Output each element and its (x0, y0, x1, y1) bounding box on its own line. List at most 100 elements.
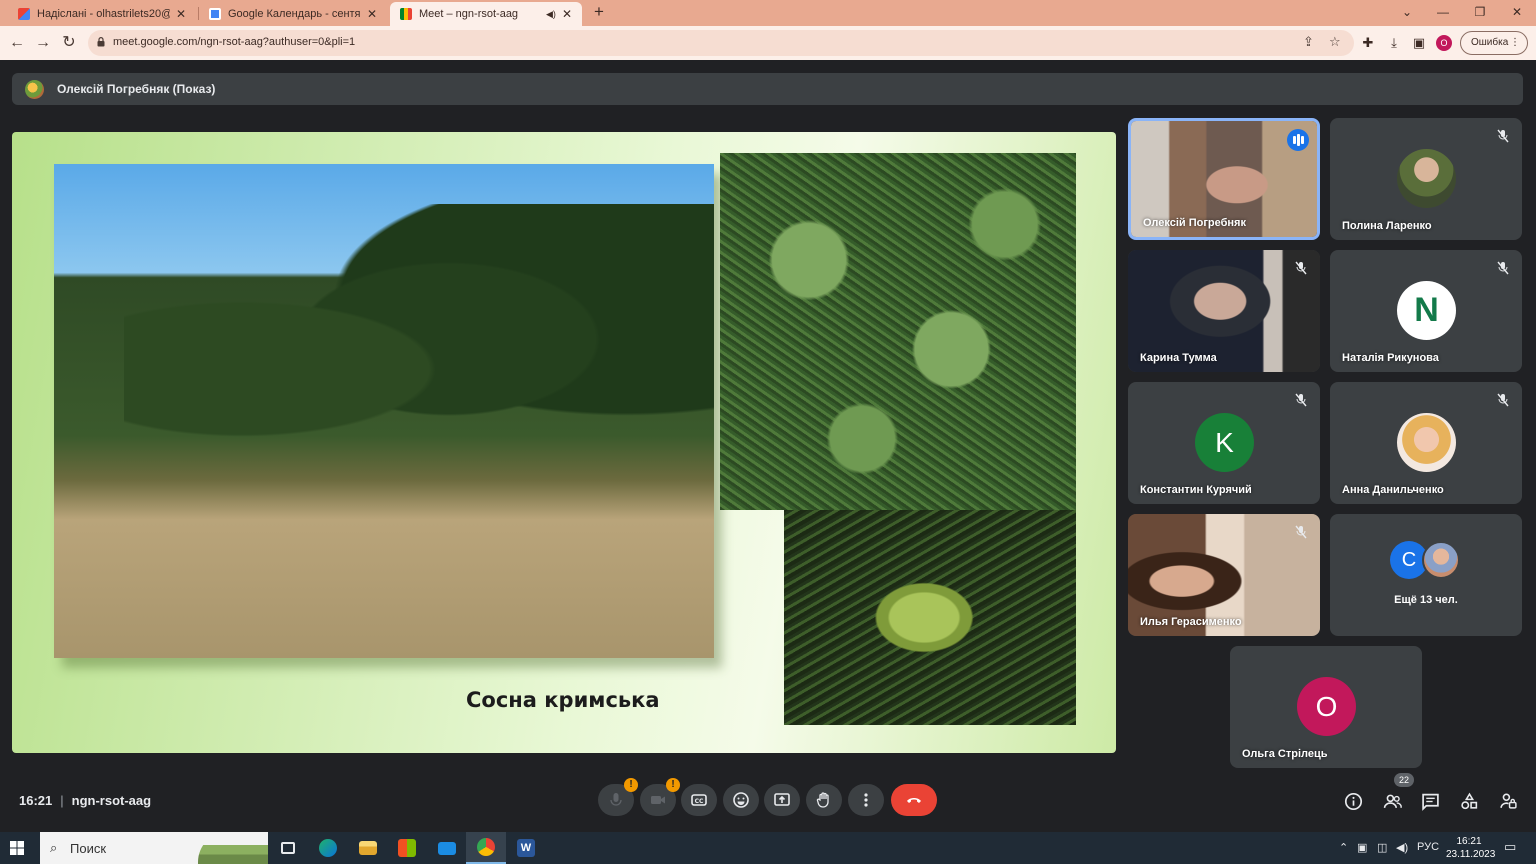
word-icon: W (517, 839, 535, 857)
meet-icon (400, 8, 412, 20)
windows-taskbar: ⌕ Поиск W ⌃ ▣ ◫ ◀) РУС 16:21 23.11.2023 … (0, 832, 1536, 864)
tray-volume-icon[interactable]: ◀) (1396, 841, 1408, 854)
tab-title: Meet – ngn-rsot-aag (419, 8, 519, 20)
presentation-slide: Сосна кримська (12, 132, 1116, 753)
folder-icon (359, 841, 377, 855)
close-tab-icon[interactable]: ✕ (367, 7, 377, 21)
participant-tile[interactable]: Полина Ларенко (1330, 118, 1522, 240)
participant-tile[interactable]: K Константин Курячий (1128, 382, 1320, 504)
participant-tile[interactable]: O Ольга Стрілець (1230, 646, 1422, 768)
participant-name: Наталія Рикунова (1342, 352, 1439, 364)
chat-icon (1421, 793, 1439, 811)
tab-calendar[interactable]: Google Календарь - сентябрь 2 ✕ (199, 2, 387, 26)
taskbar-file-explorer[interactable] (348, 832, 388, 864)
svg-text:CC: CC (695, 798, 704, 805)
close-tab-icon[interactable]: ✕ (176, 7, 186, 21)
tray-wifi-icon[interactable]: ◫ (1377, 841, 1387, 854)
participant-name: Константин Курячий (1140, 484, 1252, 496)
participant-avatar: N (1397, 281, 1456, 340)
taskbar-word[interactable]: W (506, 832, 546, 864)
mic-off-icon (1295, 261, 1307, 275)
clock-date: 23.11.2023 (1446, 849, 1496, 860)
activities-button[interactable] (1458, 790, 1480, 812)
participant-tile[interactable]: Илья Герасименко (1128, 514, 1320, 636)
mic-off-icon (1295, 525, 1307, 539)
extensions-icon[interactable]: ✚ (1359, 34, 1377, 52)
address-bar[interactable]: meet.google.com/ngn-rsot-aag?authuser=0&… (88, 30, 1354, 56)
tab-meet[interactable]: Meet – ngn-rsot-aag ◀) ✕ (390, 2, 582, 26)
participant-name: Анна Данильченко (1342, 484, 1444, 496)
mic-off-icon (1497, 129, 1509, 143)
close-tab-icon[interactable]: ✕ (562, 7, 572, 21)
browser-tab-strip: Надіслані - olhastrilets20@gmail ✕ Googl… (0, 0, 1536, 26)
microphone-button[interactable]: ! (598, 778, 638, 816)
taskbar-clock[interactable]: 16:21 23.11.2023 (1446, 835, 1496, 861)
more-participants-avatars: C (1390, 541, 1470, 581)
slide-photo-cone (784, 510, 1076, 725)
meeting-details-button[interactable] (1342, 790, 1364, 812)
presenter-avatar (25, 80, 44, 99)
present-screen-icon (774, 793, 790, 806)
tab-gmail[interactable]: Надіслані - olhastrilets20@gmail ✕ (8, 2, 196, 26)
slide-photo-forest (54, 164, 714, 658)
meet-control-bar: 16:21 | ngn-rsot-aag ! ! CC 22 (0, 773, 1536, 830)
restore-button[interactable]: ❐ (1462, 0, 1498, 26)
presenter-label: Олексій Погребняк (Показ) (57, 82, 216, 96)
error-label: Ошибка (1471, 37, 1509, 48)
error-button[interactable]: Ошибка ⋮ (1460, 31, 1528, 55)
windows-start-icon[interactable] (10, 841, 24, 855)
mic-off-icon (1497, 393, 1509, 407)
search-highlight-image (198, 832, 268, 864)
participant-avatar (1397, 413, 1456, 472)
search-icon: ⌕ (50, 840, 58, 855)
share-icon[interactable]: ⇪ (1303, 34, 1314, 50)
menu-kebab-icon[interactable]: ⋮ (1510, 32, 1520, 54)
mic-off-icon (1497, 261, 1509, 275)
participant-name: Полина Ларенко (1342, 220, 1432, 232)
taskbar-edge[interactable] (308, 832, 348, 864)
tray-chevron-icon[interactable]: ⌃ (1339, 841, 1348, 854)
participant-avatar: O (1297, 677, 1356, 736)
raise-hand-button[interactable] (806, 784, 842, 816)
speaker-icon[interactable]: ◀) (546, 9, 556, 20)
speaking-indicator-icon (1287, 129, 1309, 151)
tray-network-icon[interactable]: ▣ (1357, 841, 1367, 854)
people-button[interactable] (1381, 790, 1403, 812)
close-window-button[interactable]: ✕ (1499, 0, 1535, 26)
side-panel-icon[interactable]: ▣ (1410, 34, 1428, 52)
reactions-button[interactable] (723, 784, 759, 816)
task-view-button[interactable] (268, 832, 308, 864)
kebab-menu-icon (864, 793, 868, 807)
more-options-button[interactable] (848, 784, 884, 816)
camera-button[interactable]: ! (640, 778, 680, 816)
present-button[interactable] (764, 784, 800, 816)
taskbar-search[interactable]: ⌕ Поиск (40, 832, 268, 864)
participant-tile[interactable]: Анна Данильченко (1330, 382, 1522, 504)
calendar-icon (209, 8, 221, 20)
people-count-badge: 22 (1394, 773, 1414, 787)
separator: | (60, 793, 64, 808)
mic-off-icon (1295, 393, 1307, 407)
taskbar-mail[interactable] (427, 832, 467, 864)
new-tab-button[interactable]: + (589, 2, 609, 22)
bookmark-star-icon[interactable]: ☆ (1329, 34, 1341, 50)
profile-avatar[interactable]: O (1436, 35, 1452, 51)
taskbar-store[interactable] (387, 832, 427, 864)
taskbar-chrome[interactable] (466, 832, 506, 864)
chat-button[interactable] (1419, 790, 1441, 812)
back-button[interactable]: ← (6, 32, 28, 54)
participant-tile[interactable]: Олексій Погребняк (1128, 118, 1320, 240)
participant-tile[interactable]: Карина Тумма (1128, 250, 1320, 372)
download-icon[interactable]: ⤓ (1385, 34, 1403, 52)
notifications-icon[interactable]: ▭ (1504, 839, 1516, 855)
minimize-button[interactable]: — (1425, 0, 1461, 26)
participant-tile[interactable]: N Наталія Рикунова (1330, 250, 1522, 372)
tab-search-icon[interactable]: ⌄ (1389, 0, 1425, 26)
forward-button[interactable]: → (32, 32, 54, 54)
captions-button[interactable]: CC (681, 784, 717, 816)
host-controls-button[interactable] (1497, 790, 1519, 812)
leave-call-button[interactable] (891, 784, 937, 816)
reload-button[interactable]: ↻ (58, 32, 80, 54)
input-language[interactable]: РУС (1417, 841, 1439, 853)
more-participants-tile[interactable]: C Ещё 13 чел. (1330, 514, 1522, 636)
